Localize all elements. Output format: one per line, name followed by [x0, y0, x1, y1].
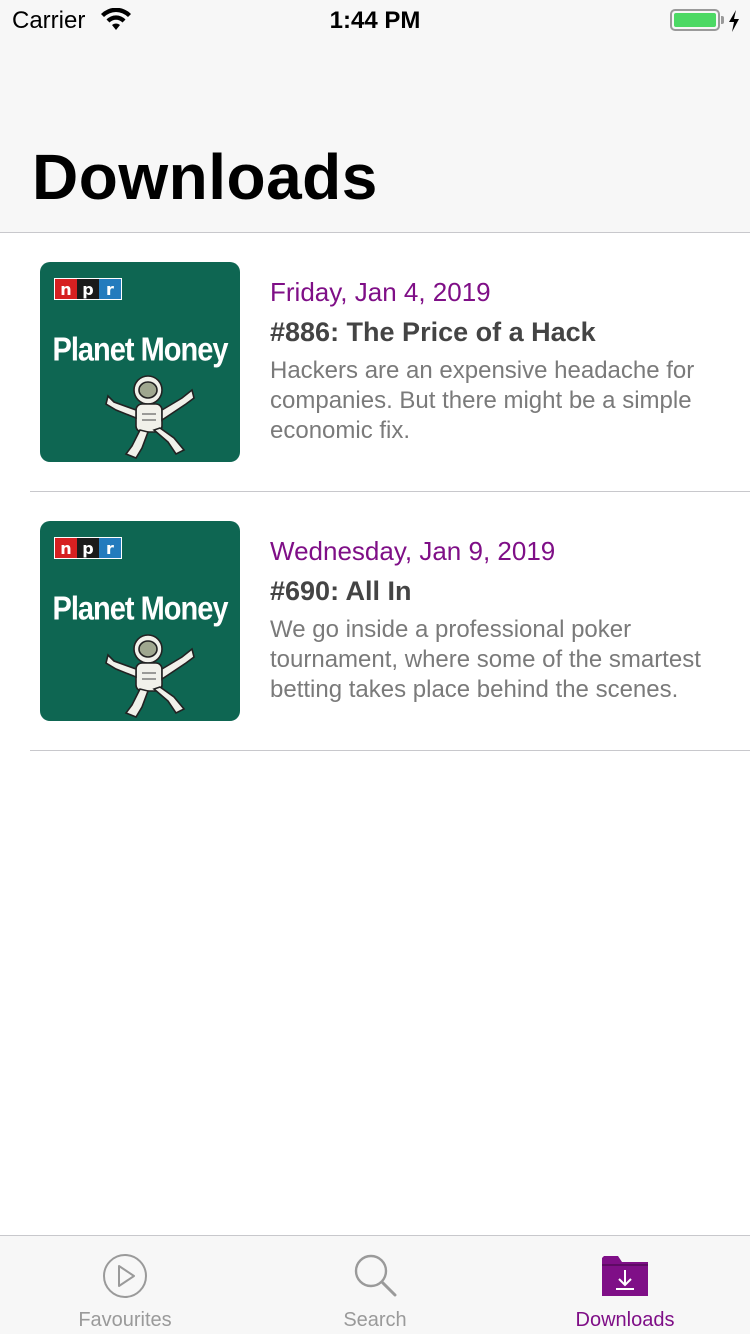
npr-logo: n p r: [54, 278, 122, 300]
charging-bolt-icon: [729, 10, 739, 32]
battery-icon: [670, 9, 720, 31]
episode-date: Friday, Jan 4, 2019: [270, 277, 491, 307]
tab-label: Downloads: [575, 1309, 675, 1331]
clock-label: 1:44 PM: [329, 7, 421, 34]
astronaut-icon: [105, 375, 195, 459]
tab-favourites[interactable]: Favourites: [0, 1236, 250, 1334]
episode-title: #886: The Price of a Hack: [270, 317, 596, 347]
episode-date: Wednesday, Jan 9, 2019: [270, 536, 556, 566]
tab-bar: Favourites Search Downloads: [0, 1235, 750, 1334]
episode-row[interactable]: n p r Planet Money: [30, 233, 750, 492]
tab-downloads[interactable]: Downloads: [500, 1236, 750, 1334]
download-folder-icon: [602, 1256, 648, 1296]
podcast-artwork: n p r Planet Money: [40, 521, 240, 721]
astronaut-icon: [105, 634, 195, 718]
episode-info: Wednesday, Jan 9, 2019 #690: All In We g…: [270, 534, 740, 705]
page-title: Downloads: [32, 141, 378, 213]
tab-label: Favourites: [78, 1309, 172, 1331]
battery-tip: [721, 16, 724, 24]
episode-description: We go inside a professional poker tourna…: [270, 616, 701, 703]
search-icon: [354, 1254, 397, 1297]
navigation-header: Carrier 1:44 PM Downloads: [0, 0, 750, 233]
episode-description: Hackers are an expensive headache for co…: [270, 357, 695, 444]
play-circle-icon: [103, 1254, 147, 1298]
status-bar: Carrier 1:44 PM: [0, 0, 750, 40]
artwork-show-title: Planet Money: [52, 331, 229, 369]
episode-row[interactable]: n p r Planet Money: [30, 492, 750, 751]
tab-search[interactable]: Search: [250, 1236, 500, 1334]
downloads-list: n p r Planet Money Friday, Jan 4, 2019 #…: [0, 233, 750, 751]
artwork-show-title: Planet Money: [52, 590, 229, 628]
episode-title: #690: All In: [270, 576, 412, 606]
tab-label: Search: [343, 1309, 407, 1331]
npr-logo: n p r: [54, 537, 122, 559]
podcast-artwork: n p r Planet Money: [40, 262, 240, 462]
episode-info: Friday, Jan 4, 2019 #886: The Price of a…: [270, 275, 740, 446]
